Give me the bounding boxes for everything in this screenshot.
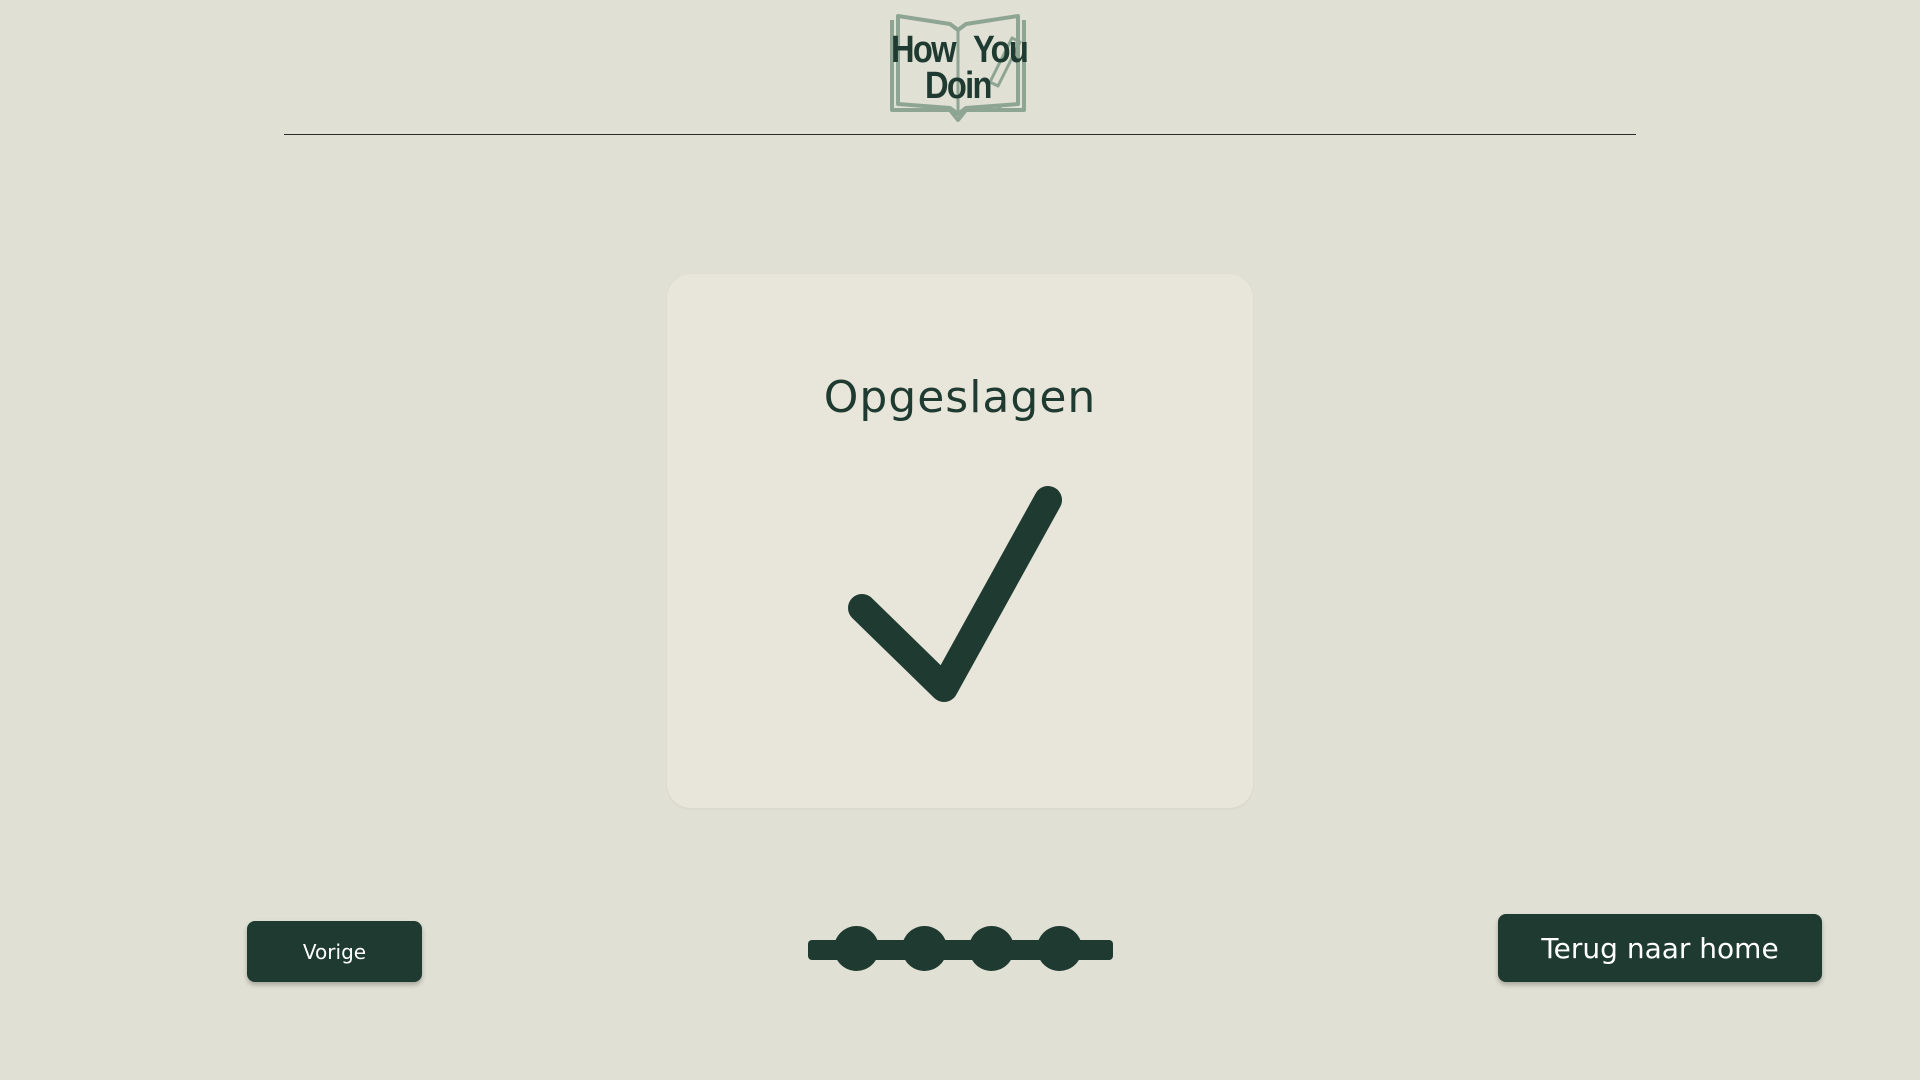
previous-button[interactable]: Vorige [247,921,422,982]
card-title: Opgeslagen [823,372,1097,423]
progress-step-2[interactable] [902,926,947,971]
logo-word-how: How [891,29,957,71]
logo[interactable]: How You Doin [888,12,1030,124]
progress-stepper [808,925,1113,971]
logo-word-you: You [973,29,1029,71]
progress-step-1[interactable] [834,926,879,971]
logo-text: How You Doin [888,12,1030,124]
logo-word-doin: Doin [925,65,992,107]
progress-step-4[interactable] [1037,926,1082,971]
page: How You Doin Opgeslagen Vorige Terug naa… [0,0,1920,1080]
checkmark-icon [848,486,1062,702]
back-to-home-button[interactable]: Terug naar home [1498,914,1822,982]
header-divider [284,134,1636,135]
progress-step-3[interactable] [969,926,1014,971]
